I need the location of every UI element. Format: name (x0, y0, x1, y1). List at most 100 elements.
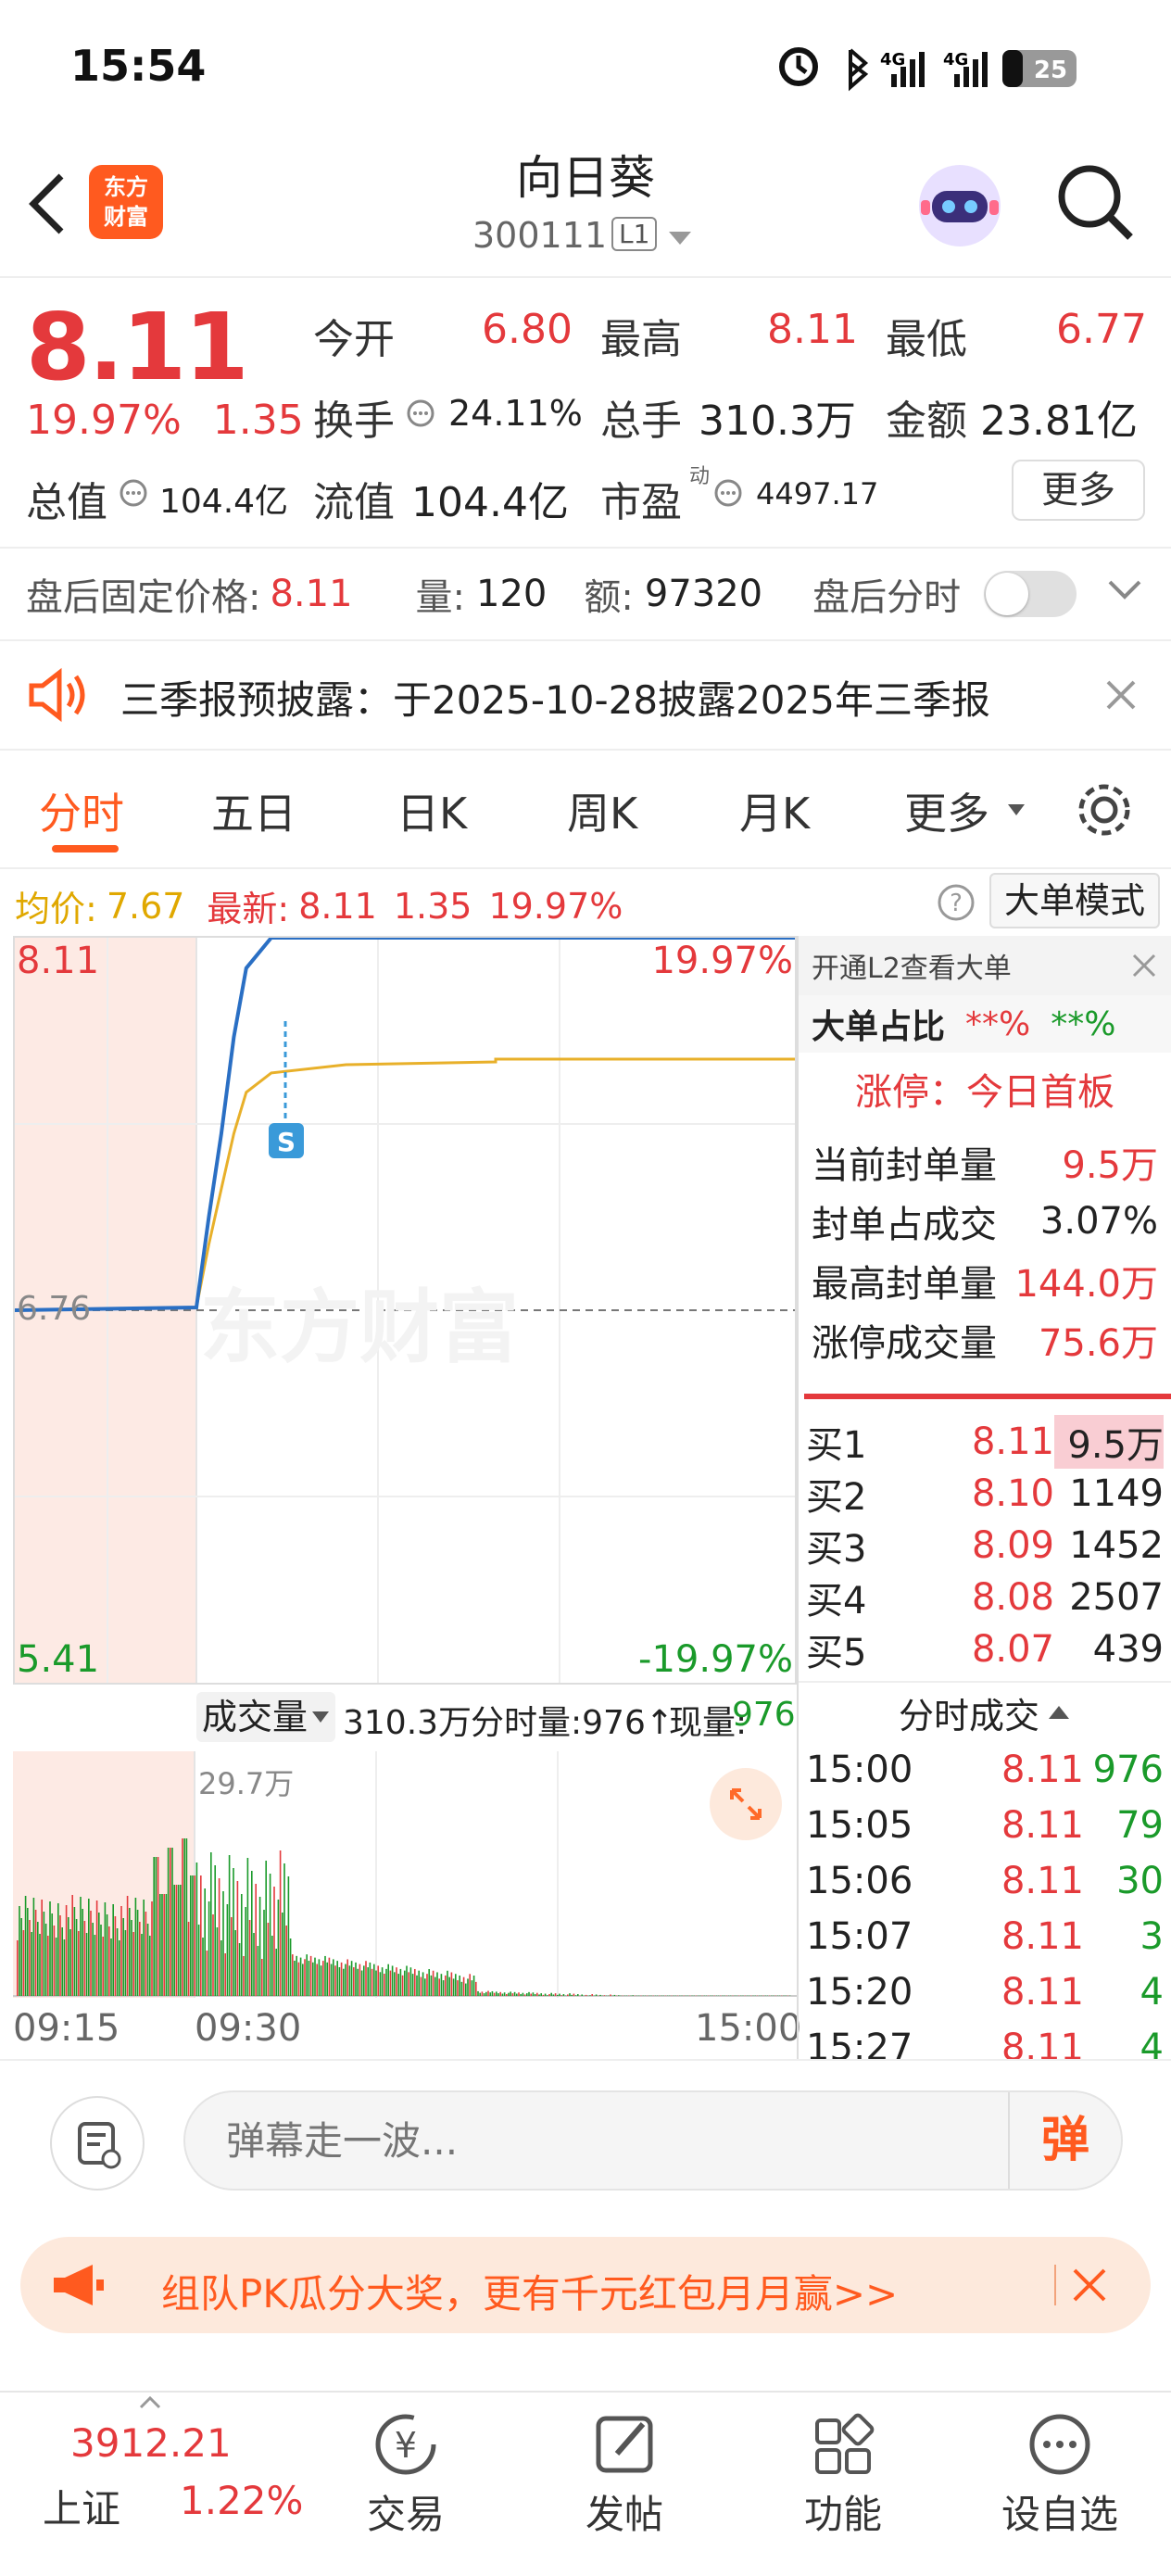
nav-functions[interactable]: 功能 (769, 2400, 917, 2540)
volume-bar (377, 1965, 379, 1996)
volume-bar (100, 1925, 102, 1996)
chevron-up-icon[interactable] (139, 2396, 161, 2409)
big-ratio-row: 大单占比 **% **% (799, 995, 1171, 1053)
danmu-input-wrap[interactable]: 弹 (183, 2090, 1123, 2191)
volume-bar (61, 1927, 63, 1996)
volume-bar (195, 1863, 198, 1996)
volume-bar (528, 1991, 530, 1996)
l2-link[interactable]: 开通L2查看大单 (799, 936, 1171, 995)
promo-text[interactable]: 组队PK瓜分大奖，更有千元红包月月赢>> (161, 2263, 898, 2319)
danmu-settings-button[interactable] (50, 2096, 145, 2191)
avg-label: 均价: (15, 889, 97, 929)
dropdown-icon[interactable] (311, 1711, 330, 1724)
gear-icon[interactable] (1075, 780, 1134, 840)
volume-bar (526, 1993, 528, 1996)
volume-bar (365, 1961, 367, 1996)
book-row[interactable]: 买1 8.11 9.5万 (799, 1415, 1171, 1469)
volume-bar (452, 1978, 455, 1996)
danmu-settings-icon[interactable] (52, 2098, 143, 2189)
volume-bar (571, 1994, 573, 1996)
volume-bar (157, 1857, 159, 1996)
chart-info: 均价: 7.67 最新: 8.11 1.35 19.97% (15, 880, 623, 931)
close-icon[interactable] (1130, 952, 1158, 979)
bottom-pct-label: -19.97% (638, 1638, 793, 1681)
nav-add-watchlist[interactable]: 设自选 (986, 2400, 1134, 2540)
book-row[interactable]: 买2 8.10 1149 (799, 1468, 1171, 1520)
danmu-input[interactable] (226, 2113, 967, 2168)
trades-title[interactable]: 分时成交 (799, 1681, 1171, 1742)
big-order-mode-button[interactable]: 大单模式 (989, 873, 1160, 928)
index-name[interactable]: 上证 (43, 2478, 120, 2534)
help-icon[interactable]: ? (936, 882, 976, 923)
chevron-down-icon[interactable] (1108, 578, 1141, 600)
nav-post[interactable]: 发帖 (550, 2400, 699, 2540)
tab-monthly-k[interactable]: 月K (739, 780, 810, 841)
danmu-send-button[interactable]: 弹 (1008, 2092, 1121, 2189)
volume-bar (455, 1974, 457, 1996)
trade-icon: ¥ (375, 2414, 436, 2475)
volume-bar (595, 1994, 598, 1996)
tab-more[interactable]: 更多 (904, 780, 989, 841)
volume-bar (497, 1993, 499, 1996)
notice-text[interactable]: 三季报预披露：于2025-10-28披露2025年三季报 (120, 669, 990, 726)
info-icon[interactable] (406, 398, 435, 428)
volume-bar (29, 1920, 31, 1996)
volume-bar (43, 1912, 45, 1996)
speaker-icon (29, 667, 85, 723)
nav-trade[interactable]: ¥ 交易 (332, 2400, 480, 2540)
volume-bar (275, 1949, 277, 1996)
tab-daily-k[interactable]: 日K (397, 780, 467, 841)
book-row[interactable]: 买3 8.09 1452 (799, 1520, 1171, 1572)
time-label-close: 15:00 (695, 2007, 802, 2050)
open-value: 6.80 (482, 306, 573, 353)
volume-bar (348, 1965, 351, 1996)
after-price: 8.11 (270, 573, 353, 615)
info-icon[interactable] (119, 478, 148, 508)
volume-bar (523, 1994, 526, 1996)
book-row[interactable]: 买4 8.08 2507 (799, 1572, 1171, 1623)
volume-bar (381, 1967, 384, 1996)
volume-bar (465, 1983, 467, 1996)
volume-bar (440, 1974, 443, 1996)
info-icon[interactable] (713, 478, 743, 508)
intraday-chart[interactable]: 东方财富 S 8.11 19.97% 6.76 5.41 -19.97% (13, 936, 797, 1685)
expand-icon[interactable] (710, 1768, 782, 1840)
dropdown-icon[interactable] (1006, 802, 1026, 817)
volume-bar (459, 1975, 460, 1996)
index-value[interactable]: 3912.21 (70, 2420, 232, 2466)
volume-bar (297, 1962, 300, 1996)
after-hours-toggle[interactable] (984, 571, 1077, 617)
volume-bar (233, 1868, 234, 1996)
level-badge[interactable]: L1 (611, 217, 658, 251)
pe-dynamic-mark: 动 (689, 465, 711, 488)
volume-bar (411, 1974, 414, 1996)
sort-up-icon[interactable] (1047, 1704, 1071, 1721)
float-label: 流值 (313, 479, 395, 526)
volume-bar (471, 1980, 473, 1996)
volume-bar (424, 1978, 426, 1996)
volume-chart[interactable]: 29.7万 (13, 1751, 797, 1998)
tab-weekly-k[interactable]: 周K (567, 780, 637, 841)
tab-intraday[interactable]: 分时 (39, 780, 124, 841)
volume-bar (292, 1954, 294, 1996)
volume-bar (255, 1884, 257, 1996)
volume-bar (532, 1992, 535, 1996)
expand-button[interactable] (710, 1768, 782, 1840)
index-pct[interactable]: 1.22% (180, 2478, 303, 2523)
dropdown-icon[interactable] (667, 230, 693, 248)
volume-bar (559, 1993, 560, 1996)
more-button[interactable]: 更多 (1012, 460, 1145, 521)
volume-bar (204, 1888, 206, 1996)
stat-value: 75.6万 (1038, 1322, 1158, 1365)
book-row[interactable]: 买5 8.07 439 (799, 1623, 1171, 1675)
volume-bar (224, 1953, 226, 1996)
latest-change: 1.35 (393, 885, 472, 927)
robot-assistant-icon[interactable] (913, 159, 1006, 252)
close-icon[interactable] (1071, 2267, 1108, 2304)
close-icon[interactable] (1104, 678, 1138, 712)
search-icon[interactable] (1056, 163, 1136, 243)
volume-bar (183, 1838, 185, 1996)
pe-label: 市盈 (600, 479, 682, 526)
tab-five-day[interactable]: 五日 (211, 780, 296, 841)
volume-bar (479, 1992, 481, 1996)
